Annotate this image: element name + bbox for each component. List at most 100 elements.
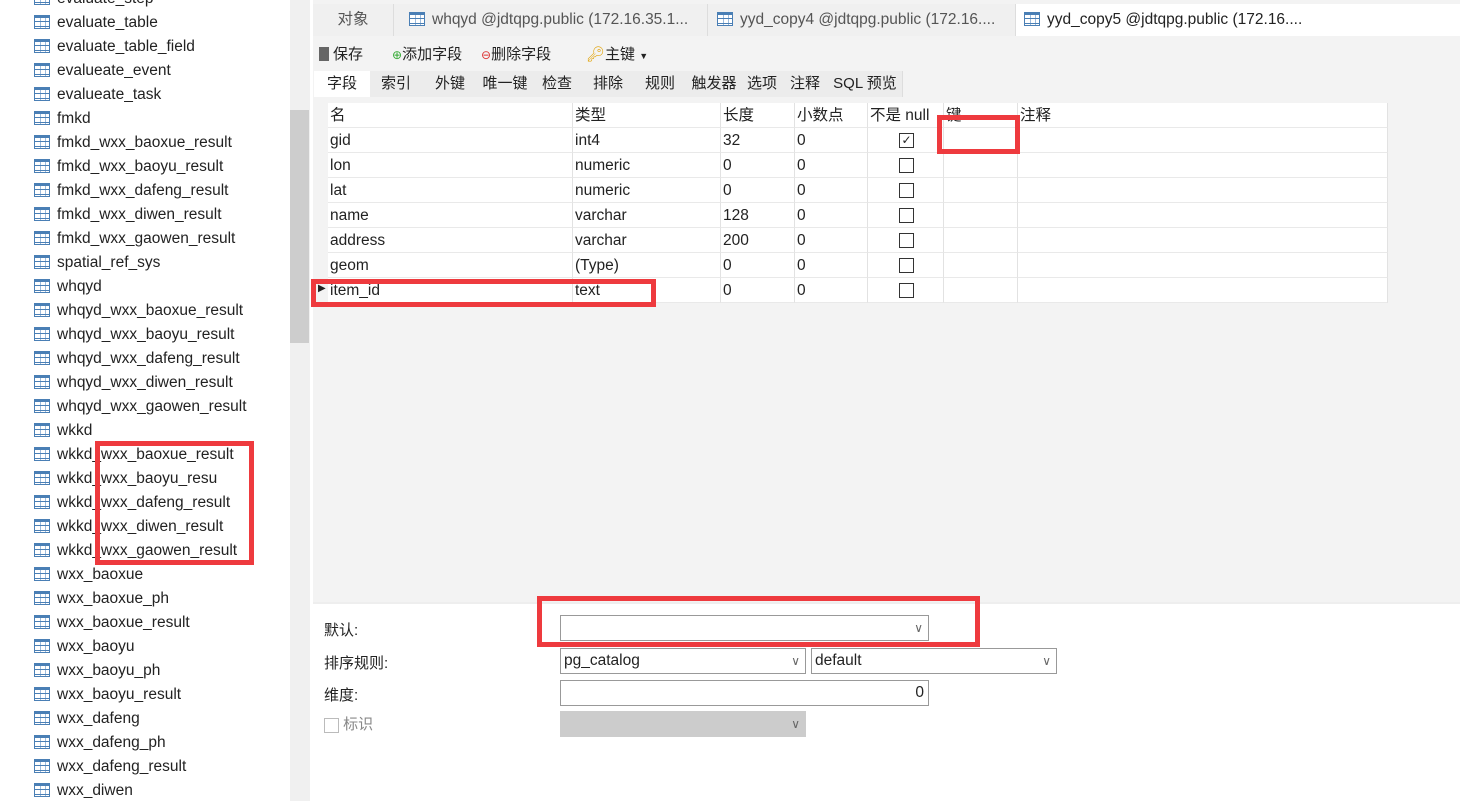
- sidebar-table-item[interactable]: fmkd_wxx_baoxue_result: [34, 131, 232, 155]
- field-decimal-cell[interactable]: 0: [795, 203, 868, 228]
- sidebar-table-item[interactable]: whqyd: [34, 275, 102, 299]
- collation-name-select[interactable]: default ∨: [811, 648, 1057, 674]
- sidebar-table-item[interactable]: whqyd_wxx_baoyu_result: [34, 323, 235, 347]
- sidebar-table-item[interactable]: wkkd: [34, 419, 92, 443]
- sidebar-table-item[interactable]: evalueate_task: [34, 83, 161, 107]
- subtab[interactable]: 索引: [370, 71, 423, 97]
- not-null-checkbox[interactable]: ✓: [899, 133, 914, 149]
- not-null-checkbox[interactable]: [899, 258, 914, 274]
- sidebar-table-item[interactable]: fmkd_wxx_gaowen_result: [34, 227, 235, 251]
- not-null-checkbox[interactable]: [899, 283, 914, 299]
- subtab[interactable]: 规则: [634, 71, 687, 97]
- not-null-cell[interactable]: [868, 153, 944, 178]
- not-null-checkbox[interactable]: [899, 158, 914, 174]
- comment-cell[interactable]: [1018, 128, 1388, 153]
- column-header[interactable]: 名: [328, 103, 573, 128]
- sidebar-table-item[interactable]: evaluate_table: [34, 11, 158, 35]
- delete-field-button[interactable]: ⊖删除字段: [481, 44, 551, 66]
- field-decimal-cell[interactable]: 0: [795, 278, 868, 303]
- comment-cell[interactable]: [1018, 278, 1388, 303]
- sidebar-table-item[interactable]: fmkd_wxx_diwen_result: [34, 203, 222, 227]
- sidebar-table-item[interactable]: evaluate_step: [34, 0, 154, 11]
- field-type-cell[interactable]: int4: [573, 128, 721, 153]
- sidebar-table-item[interactable]: fmkd_wxx_baoyu_result: [34, 155, 223, 179]
- field-type-cell[interactable]: varchar: [573, 228, 721, 253]
- key-cell[interactable]: [944, 203, 1018, 228]
- subtab[interactable]: 选项: [742, 71, 783, 97]
- tab-whqyd[interactable]: whqyd @jdtqpg.public (172.16.35.1...: [401, 4, 708, 36]
- sidebar-table-item[interactable]: whqyd_wxx_diwen_result: [34, 371, 233, 395]
- not-null-cell[interactable]: [868, 228, 944, 253]
- add-field-button[interactable]: ⊕添加字段: [392, 44, 462, 66]
- field-length-cell[interactable]: 0: [721, 178, 795, 203]
- column-header[interactable]: 长度: [721, 103, 795, 128]
- not-null-cell[interactable]: [868, 203, 944, 228]
- tab-yyd-copy4[interactable]: yyd_copy4 @jdtqpg.public (172.16....: [709, 4, 1016, 36]
- not-null-cell[interactable]: [868, 253, 944, 278]
- dimension-input[interactable]: 0: [560, 680, 929, 706]
- subtab[interactable]: 唯一键: [478, 71, 533, 97]
- subtab[interactable]: 外键: [422, 71, 479, 97]
- sidebar-table-item[interactable]: wxx_baoxue: [34, 563, 143, 587]
- key-cell[interactable]: [944, 228, 1018, 253]
- sidebar-table-item[interactable]: wxx_dafeng_ph: [34, 731, 166, 755]
- field-type-cell[interactable]: (Type): [573, 253, 721, 278]
- collation-schema-select[interactable]: pg_catalog ∨: [560, 648, 806, 674]
- sidebar-table-item[interactable]: wxx_baoyu_result: [34, 683, 181, 707]
- sidebar-table-item[interactable]: wxx_baoxue_ph: [34, 587, 169, 611]
- field-name-cell[interactable]: lat: [328, 178, 573, 203]
- field-length-cell[interactable]: 32: [721, 128, 795, 153]
- tab-yyd-copy5[interactable]: yyd_copy5 @jdtqpg.public (172.16....: [1016, 4, 1329, 36]
- field-decimal-cell[interactable]: 0: [795, 253, 868, 278]
- column-header[interactable]: 注释: [1018, 103, 1388, 128]
- comment-cell[interactable]: [1018, 203, 1388, 228]
- field-length-cell[interactable]: 0: [721, 253, 795, 278]
- field-type-cell[interactable]: numeric: [573, 178, 721, 203]
- not-null-checkbox[interactable]: [899, 183, 914, 199]
- sidebar-table-item[interactable]: fmkd: [34, 107, 91, 131]
- column-header[interactable]: 类型: [573, 103, 721, 128]
- comment-cell[interactable]: [1018, 253, 1388, 278]
- key-cell[interactable]: [944, 253, 1018, 278]
- save-button[interactable]: 保存: [319, 44, 363, 66]
- not-null-checkbox[interactable]: [899, 208, 914, 224]
- sidebar-table-item[interactable]: wxx_baoyu_ph: [34, 659, 160, 683]
- key-cell[interactable]: [944, 278, 1018, 303]
- field-name-cell[interactable]: geom: [328, 253, 573, 278]
- subtab[interactable]: 字段: [314, 71, 371, 97]
- field-decimal-cell[interactable]: 0: [795, 128, 868, 153]
- field-type-cell[interactable]: numeric: [573, 153, 721, 178]
- comment-cell[interactable]: [1018, 228, 1388, 253]
- sidebar-table-item[interactable]: spatial_ref_sys: [34, 251, 160, 275]
- sidebar-table-item[interactable]: whqyd_wxx_baoxue_result: [34, 299, 243, 323]
- sidebar-table-item[interactable]: whqyd_wxx_dafeng_result: [34, 347, 240, 371]
- field-length-cell[interactable]: 0: [721, 278, 795, 303]
- subtab[interactable]: 触发器: [686, 71, 743, 97]
- field-decimal-cell[interactable]: 0: [795, 153, 868, 178]
- key-cell[interactable]: [944, 153, 1018, 178]
- comment-cell[interactable]: [1018, 178, 1388, 203]
- sidebar-table-item[interactable]: whqyd_wxx_gaowen_result: [34, 395, 247, 419]
- sidebar-table-item[interactable]: fmkd_wxx_dafeng_result: [34, 179, 228, 203]
- subtab[interactable]: SQL 预览: [828, 71, 903, 97]
- sidebar-table-item[interactable]: evalueate_event: [34, 59, 171, 83]
- checkbox[interactable]: [324, 717, 339, 733]
- field-decimal-cell[interactable]: 0: [795, 178, 868, 203]
- field-name-cell[interactable]: gid: [328, 128, 573, 153]
- subtab[interactable]: 注释: [782, 71, 829, 97]
- sidebar-table-item[interactable]: evaluate_table_field: [34, 35, 195, 59]
- sidebar-table-item[interactable]: wxx_baoxue_result: [34, 611, 190, 635]
- subtab[interactable]: 检查: [532, 71, 583, 97]
- sidebar-table-item[interactable]: wxx_dafeng: [34, 707, 140, 731]
- column-header[interactable]: 不是 null: [868, 103, 944, 128]
- field-decimal-cell[interactable]: 0: [795, 228, 868, 253]
- sidebar-table-item[interactable]: wxx_diwen: [34, 779, 133, 801]
- scrollbar-thumb[interactable]: [290, 110, 309, 343]
- not-null-cell[interactable]: ✓: [868, 128, 944, 153]
- not-null-cell[interactable]: [868, 178, 944, 203]
- identity-checkbox[interactable]: 标识: [324, 713, 373, 734]
- sidebar-table-item[interactable]: wxx_baoyu: [34, 635, 135, 659]
- field-length-cell[interactable]: 0: [721, 153, 795, 178]
- field-length-cell[interactable]: 200: [721, 228, 795, 253]
- comment-cell[interactable]: [1018, 153, 1388, 178]
